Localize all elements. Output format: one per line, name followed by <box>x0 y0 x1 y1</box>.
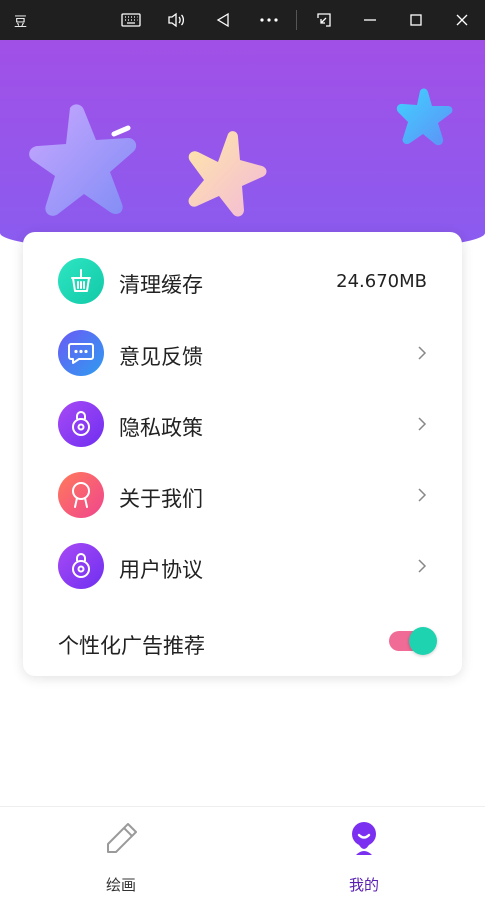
back-icon[interactable] <box>203 0 243 40</box>
medium-star-icon <box>188 131 267 217</box>
more-icon[interactable] <box>249 0 289 40</box>
toggle-knob <box>409 627 437 655</box>
menu-item-label: 用户协议 <box>119 558 203 582</box>
lock-icon <box>58 401 104 447</box>
close-icon[interactable] <box>442 0 482 40</box>
screenshot-icon[interactable] <box>304 0 344 40</box>
chevron-right-icon <box>418 488 427 502</box>
app-title: 豆 <box>14 15 28 30</box>
settings-card: 清理缓存 24.670MB 意见反馈 隐私政策 关于我们 用户协议 个性化广告推… <box>23 232 462 676</box>
maximize-icon[interactable] <box>396 0 436 40</box>
profile-header-banner <box>0 40 485 255</box>
tab-drawing[interactable]: 绘画 <box>21 807 221 904</box>
menu-item-label: 关于我们 <box>119 487 203 511</box>
menu-item-feedback[interactable]: 意见反馈 <box>23 317 462 389</box>
personalized-ads-label: 个性化广告推荐 <box>58 634 205 658</box>
chat-bubble-icon <box>58 330 104 376</box>
profile-icon <box>352 822 376 855</box>
volume-icon[interactable] <box>157 0 197 40</box>
large-star-icon <box>29 104 137 216</box>
pencil-icon <box>107 823 137 853</box>
titlebar-divider <box>296 10 297 30</box>
menu-item-privacy-policy[interactable]: 隐私政策 <box>23 388 462 460</box>
tab-mine[interactable]: 我的 <box>264 807 464 904</box>
ribbon-icon <box>58 472 104 518</box>
menu-item-label: 隐私政策 <box>119 416 203 440</box>
small-star-icon <box>396 88 453 146</box>
personalized-ads-toggle[interactable] <box>389 627 437 655</box>
menu-item-label: 清理缓存 <box>119 273 203 297</box>
menu-item-user-agreement[interactable]: 用户协议 <box>23 530 462 602</box>
bottom-navigation: 绘画 我的 <box>0 806 485 904</box>
tab-label: 我的 <box>348 876 379 894</box>
broom-basket-icon <box>58 258 104 304</box>
tab-label: 绘画 <box>105 876 136 894</box>
keyboard-icon[interactable] <box>111 0 151 40</box>
menu-item-label: 意见反馈 <box>119 345 203 369</box>
menu-item-about-us[interactable]: 关于我们 <box>23 459 462 531</box>
menu-item-clear-cache[interactable]: 清理缓存 24.670MB <box>23 245 462 317</box>
chevron-right-icon <box>418 417 427 431</box>
lock-icon <box>58 543 104 589</box>
cache-size-value: 24.670MB <box>336 271 427 292</box>
minimize-icon[interactable] <box>350 0 390 40</box>
chevron-right-icon <box>418 559 427 573</box>
window-title-bar: 豆 <box>0 0 485 40</box>
chevron-right-icon <box>418 346 427 360</box>
